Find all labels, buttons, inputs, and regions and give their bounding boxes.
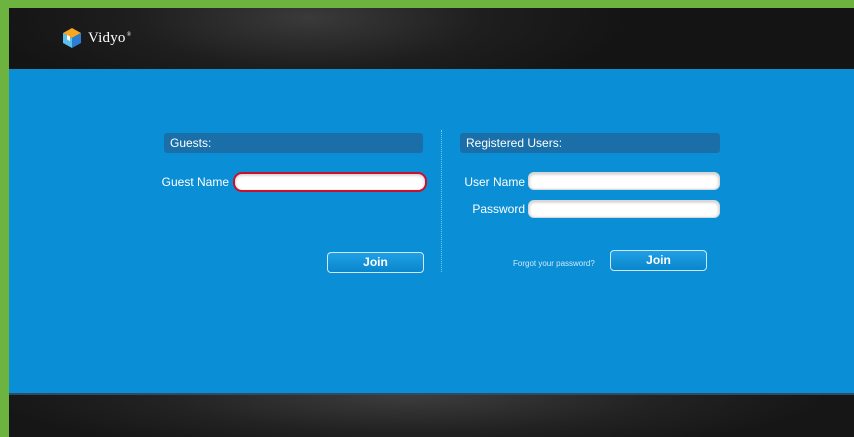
username-label: User Name	[464, 175, 525, 189]
registered-mark: ®	[126, 31, 132, 38]
app-frame: Vidyo® Guests: Guest Name Join Registere…	[9, 8, 854, 437]
logo-wordmark: Vidyo	[88, 29, 126, 46]
guests-title: Guests:	[170, 136, 212, 150]
username-input[interactable]	[528, 172, 720, 190]
guest-name-label: Guest Name	[161, 175, 229, 189]
registered-section-header: Registered Users:	[460, 133, 720, 153]
forgot-password-link[interactable]: Forgot your password?	[513, 259, 595, 268]
guest-join-button[interactable]: Join	[327, 252, 424, 273]
logo-text: Vidyo®	[88, 30, 131, 47]
registered-join-button[interactable]: Join	[610, 250, 707, 271]
header-bar: Vidyo®	[9, 8, 854, 69]
guest-name-input[interactable]	[233, 172, 427, 192]
registered-title: Registered Users:	[466, 136, 563, 150]
guests-section-header: Guests:	[164, 133, 423, 153]
section-divider	[441, 130, 442, 272]
vidyo-cube-icon	[63, 28, 81, 48]
footer-bar	[9, 393, 854, 437]
password-input[interactable]	[528, 200, 720, 218]
password-label: Password	[472, 202, 525, 216]
vidyo-logo: Vidyo®	[61, 26, 131, 50]
